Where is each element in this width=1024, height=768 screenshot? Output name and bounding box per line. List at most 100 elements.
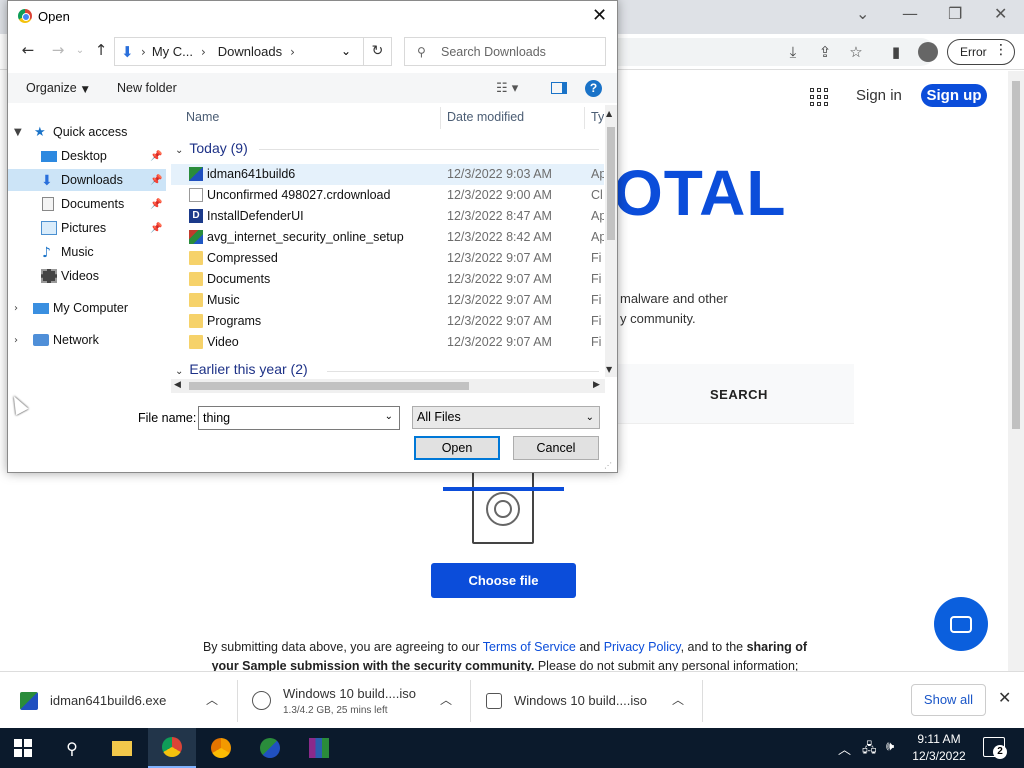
file-row[interactable]: Programs 12/3/2022 9:07 AM Fi <box>171 311 604 332</box>
more-menu-icon[interactable]: ⋮ <box>994 42 1008 58</box>
help-icon[interactable]: ? <box>585 80 602 97</box>
chevron-up-icon[interactable]: ︿ <box>440 691 452 708</box>
collapse-chevron-icon[interactable]: ▼ <box>14 127 22 138</box>
scroll-down-arrow-icon[interactable]: ▼ <box>606 365 612 374</box>
file-row[interactable]: Music 12/3/2022 9:07 AM Fi <box>171 290 604 311</box>
file-row[interactable]: Unconfirmed 498027.crdownload 12/3/2022 … <box>171 185 604 206</box>
column-header-type[interactable]: Ty <box>591 105 604 129</box>
refresh-icon[interactable]: ↻ <box>364 37 392 66</box>
clock[interactable]: 9:11 AM 12/3/2022 <box>906 731 972 765</box>
chrome-canary-icon[interactable] <box>197 728 245 768</box>
open-button[interactable]: Open <box>414 436 500 460</box>
scrollbar-thumb[interactable] <box>189 382 469 390</box>
cancel-button[interactable]: Cancel <box>513 436 599 460</box>
chat-button[interactable] <box>934 597 988 651</box>
chrome-taskbar-icon[interactable] <box>148 728 196 768</box>
close-icon[interactable]: ✕ <box>998 688 1011 707</box>
preview-pane-icon[interactable] <box>551 82 567 94</box>
terms-of-service-link[interactable]: Terms of Service <box>483 640 576 654</box>
windows-start-icon[interactable] <box>14 739 32 757</box>
breadcrumb-item[interactable]: My C... <box>152 44 193 59</box>
pin-icon[interactable]: 📌 <box>150 199 162 210</box>
forward-arrow-icon[interactable]: → <box>48 41 68 61</box>
address-dropdown-icon[interactable]: ⌄ <box>341 44 351 58</box>
install-app-icon[interactable]: ⤓ <box>783 42 803 62</box>
breadcrumb-separator-icon[interactable]: › <box>141 45 146 59</box>
bookmark-star-icon[interactable]: ☆ <box>846 42 866 62</box>
up-arrow-icon[interactable]: ↑ <box>91 41 111 61</box>
file-type-filter[interactable]: All Files ⌄ <box>412 406 600 429</box>
nav-item-my-computer[interactable]: › My Computer <box>8 297 166 319</box>
search-box[interactable]: ⚲ <box>404 37 606 66</box>
page-scrollbar-thumb[interactable] <box>1012 81 1020 429</box>
file-list-horizontal-scrollbar[interactable]: ◀ ▶ <box>171 379 605 393</box>
tab-search[interactable]: SEARCH <box>618 364 854 424</box>
nav-item-desktop[interactable]: Desktop 📌 <box>8 145 166 167</box>
file-row[interactable]: D InstallDefenderUI 12/3/2022 8:47 AM Ap <box>171 206 604 227</box>
nav-item-quick-access[interactable]: ▼ ★ Quick access <box>8 121 166 143</box>
new-folder-button[interactable]: New folder <box>117 81 177 95</box>
minimize-icon[interactable]: — <box>902 4 918 23</box>
expand-chevron-icon[interactable]: › <box>14 335 18 346</box>
winrar-icon[interactable] <box>295 728 343 768</box>
view-options-icon[interactable]: ☷ ▾ <box>496 81 518 96</box>
nav-item-downloads[interactable]: ⬇ Downloads 📌 <box>8 169 166 191</box>
nav-item-music[interactable]: ♪ Music <box>8 241 166 263</box>
breadcrumb-item[interactable]: Downloads <box>218 44 282 59</box>
column-divider[interactable] <box>584 107 585 129</box>
nav-item-documents[interactable]: Documents 📌 <box>8 193 166 215</box>
page-scrollbar[interactable] <box>1008 71 1024 671</box>
search-input[interactable] <box>441 44 601 59</box>
show-all-button[interactable]: Show all <box>911 684 986 716</box>
scroll-right-arrow-icon[interactable]: ▶ <box>593 380 600 390</box>
error-chip-button[interactable]: Error ⋮ <box>947 39 1015 65</box>
file-row[interactable]: avg_internet_security_online_setup 12/3/… <box>171 227 604 248</box>
privacy-policy-link[interactable]: Privacy Policy <box>604 640 681 654</box>
chevron-up-tray-icon[interactable]: ︿ <box>838 739 851 758</box>
restore-icon[interactable]: ❐ <box>948 4 962 23</box>
recent-locations-icon[interactable]: ⌄ <box>70 45 90 65</box>
dialog-titlebar[interactable]: Open ✕ <box>8 1 617 32</box>
scroll-up-arrow-icon[interactable]: ▲ <box>606 109 612 118</box>
expand-chevron-icon[interactable]: › <box>14 303 18 314</box>
download-item[interactable]: idman641build6.exe <box>20 672 166 729</box>
column-header-name[interactable]: Name <box>186 105 219 129</box>
nav-item-videos[interactable]: Videos <box>8 265 166 287</box>
file-row[interactable]: Compressed 12/3/2022 9:07 AM Fi <box>171 248 604 269</box>
pin-icon[interactable]: 📌 <box>150 223 162 234</box>
file-row[interactable]: Documents 12/3/2022 9:07 AM Fi <box>171 269 604 290</box>
sign-up-button[interactable]: Sign up <box>921 84 987 107</box>
scroll-left-arrow-icon[interactable]: ◀ <box>174 380 181 390</box>
choose-file-button[interactable]: Choose file <box>431 563 576 598</box>
address-breadcrumb[interactable]: ⬇ › My C... › Downloads › ⌄ <box>114 37 364 66</box>
volume-icon[interactable]: 🕪 <box>886 739 894 754</box>
dialog-close-icon[interactable]: ✕ <box>592 5 607 26</box>
file-name-combobox[interactable]: ⌄ <box>198 406 400 430</box>
organize-button[interactable]: Organize ▼ <box>26 81 89 95</box>
share-icon[interactable]: ⇪ <box>815 42 835 62</box>
chevron-down-icon[interactable]: ⌄ <box>385 411 393 422</box>
breadcrumb-separator-icon[interactable]: › <box>290 45 295 59</box>
pin-icon[interactable]: 📌 <box>150 175 162 186</box>
apps-grid-icon[interactable] <box>810 88 828 106</box>
chevron-up-icon[interactable]: ︿ <box>206 691 218 708</box>
download-item[interactable]: Windows 10 build....iso <box>486 672 647 729</box>
column-header-date[interactable]: Date modified <box>447 105 524 129</box>
side-panel-icon[interactable]: ▮ <box>886 42 906 62</box>
resize-grip-icon[interactable]: ⋰ <box>604 461 612 470</box>
search-icon[interactable]: ⚲ <box>48 728 96 768</box>
back-arrow-icon[interactable]: ← <box>18 41 38 61</box>
nav-item-pictures[interactable]: Pictures 📌 <box>8 217 166 239</box>
idm-icon[interactable] <box>246 728 294 768</box>
file-row[interactable]: Video 12/3/2022 9:07 AM Fi <box>171 332 604 353</box>
close-window-icon[interactable]: ✕ <box>994 4 1007 23</box>
network-tray-icon[interactable]: 🖧 <box>862 739 877 761</box>
download-item[interactable]: Windows 10 build....iso 1.3/4.2 GB, 25 m… <box>252 672 416 729</box>
column-divider[interactable] <box>440 107 441 129</box>
file-name-input[interactable] <box>203 411 373 425</box>
sign-in-link[interactable]: Sign in <box>856 87 902 104</box>
tab-search-chevron-icon[interactable]: ⌄ <box>856 4 869 23</box>
scrollbar-thumb[interactable] <box>607 127 615 240</box>
group-header-earlier[interactable]: ⌄ Earlier this year (2) <box>175 361 308 377</box>
nav-item-network[interactable]: › Network <box>8 329 166 351</box>
